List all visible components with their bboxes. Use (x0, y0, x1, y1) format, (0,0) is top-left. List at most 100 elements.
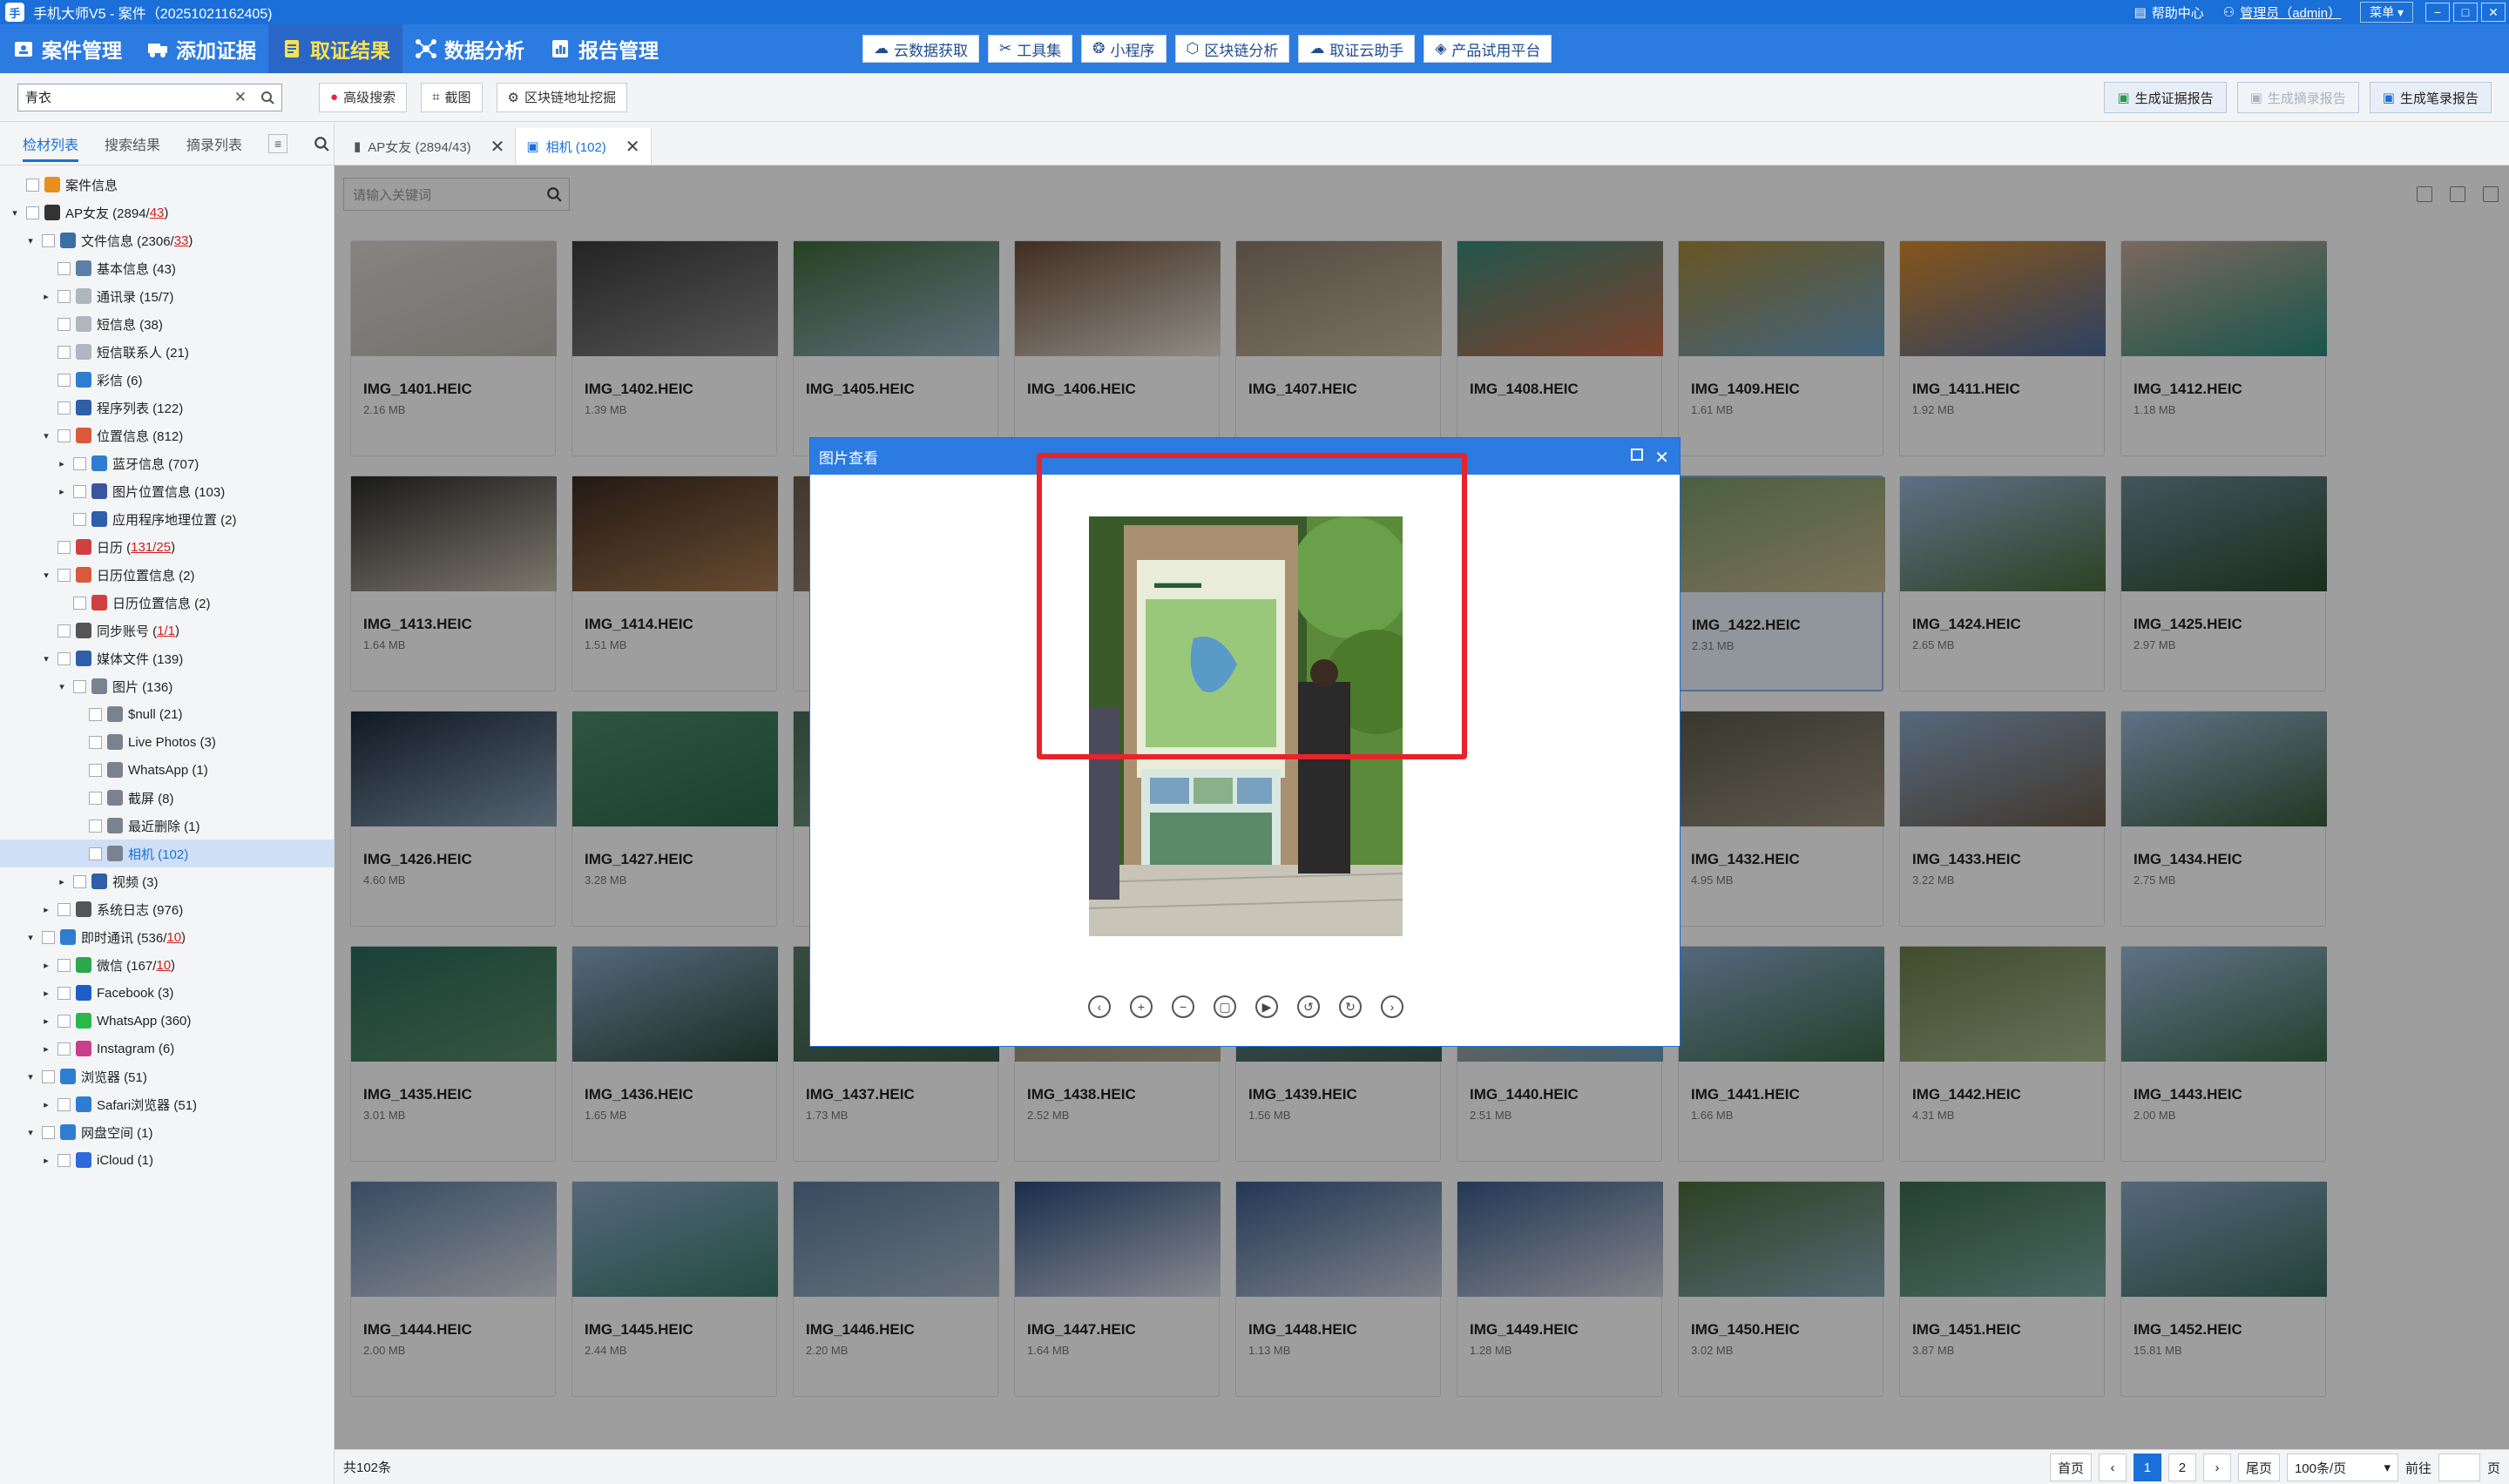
user-link[interactable]: ⚇ 管理员（admin） (2223, 3, 2341, 22)
minimize-button[interactable]: − (2425, 3, 2450, 22)
tool-cloud-data[interactable]: ☁ 云数据获取 (862, 35, 979, 63)
tree-checkbox[interactable] (73, 484, 86, 498)
tree-checkbox[interactable] (26, 178, 39, 192)
tree-node[interactable]: 短信息 (38) (0, 310, 334, 338)
tree-checkbox[interactable] (26, 206, 39, 219)
tree-node[interactable]: ▾ 文件信息 (2306/33) (0, 226, 334, 254)
prev-image-icon[interactable]: ‹ (1088, 995, 1111, 1018)
tree-node[interactable]: ▾ 网盘空间 (1) (0, 1118, 334, 1146)
tree-checkbox[interactable] (57, 345, 71, 359)
tool-cloud-assistant[interactable]: ☁ 取证云助手 (1298, 35, 1416, 63)
expand-toggle-icon[interactable]: ▸ (56, 458, 68, 469)
tree-checkbox[interactable] (57, 568, 71, 582)
menu-add-evidence[interactable]: 添加证据 (134, 24, 268, 73)
tree-checkbox[interactable] (42, 1069, 55, 1083)
close-window-button[interactable]: ✕ (2481, 3, 2506, 22)
tree-checkbox[interactable] (73, 596, 86, 610)
tree-node[interactable]: ▸ Facebook (3) (0, 979, 334, 1007)
expand-toggle-icon[interactable]: ▸ (40, 960, 52, 971)
tree-node[interactable]: 短信联系人 (21) (0, 338, 334, 366)
tree-checkbox[interactable] (89, 791, 102, 805)
generate-notes-report-button[interactable]: ▣ 生成笔录报告 (2369, 82, 2492, 113)
tree-node[interactable]: 基本信息 (43) (0, 254, 334, 282)
tree-checkbox[interactable] (57, 1097, 71, 1111)
tree-node[interactable]: ▸ iCloud (1) (0, 1146, 334, 1174)
tree-node[interactable]: ▾ 日历位置信息 (2) (0, 561, 334, 589)
tree-checkbox[interactable] (89, 707, 102, 721)
tree-node[interactable]: ▾ 浏览器 (51) (0, 1062, 334, 1090)
tree-node[interactable]: ▸ Instagram (6) (0, 1035, 334, 1062)
tree-node[interactable]: Live Photos (3) (0, 728, 334, 756)
tree-node[interactable]: 相机 (102) (0, 840, 334, 867)
main-menu-button[interactable]: 菜单 ▾ (2360, 2, 2413, 23)
rotate-left-icon[interactable]: ↺ (1297, 995, 1320, 1018)
tree-checkbox[interactable] (57, 540, 71, 554)
tree-checkbox[interactable] (57, 902, 71, 916)
tool-trial-platform[interactable]: ◈ 产品试用平台 (1424, 35, 1552, 63)
tree-node[interactable]: ▸ 视频 (3) (0, 867, 334, 895)
zoom-in-icon[interactable]: + (1130, 995, 1153, 1018)
advanced-search-button[interactable]: ● 高级搜索 (319, 82, 408, 112)
tree-checkbox[interactable] (57, 624, 71, 637)
expand-toggle-icon[interactable]: ▾ (40, 430, 52, 442)
close-tab-icon[interactable]: ✕ (626, 136, 640, 158)
tree-node[interactable]: ▾ 即时通讯 (536/10) (0, 923, 334, 951)
tab-search-results[interactable]: 搜索结果 (105, 133, 160, 154)
tree-node[interactable]: ▾ 媒体文件 (139) (0, 644, 334, 672)
tree-node[interactable]: 案件信息 (0, 171, 334, 199)
expand-toggle-icon[interactable]: ▾ (9, 207, 21, 219)
goto-page-input[interactable] (2438, 1454, 2480, 1481)
generate-evidence-report-button[interactable]: ▣ 生成证据报告 (2104, 82, 2227, 113)
tree-checkbox[interactable] (57, 261, 71, 275)
menu-case-management[interactable]: 案件管理 (0, 24, 134, 73)
expand-toggle-icon[interactable]: ▸ (40, 1015, 52, 1027)
tree-checkbox[interactable] (57, 401, 71, 415)
expand-toggle-icon[interactable]: ▸ (56, 486, 68, 497)
tree-node[interactable]: ▸ 通讯录 (15/7) (0, 282, 334, 310)
tree-checkbox[interactable] (42, 930, 55, 944)
expand-toggle-icon[interactable]: ▾ (40, 570, 52, 581)
maximize-icon[interactable] (1631, 449, 1643, 461)
play-icon[interactable]: ▶ (1255, 995, 1278, 1018)
tree-checkbox[interactable] (57, 958, 71, 972)
prev-page-button[interactable]: ‹ (2098, 1454, 2127, 1481)
tab-camera[interactable]: ▣ 相机 (102) ✕ (516, 128, 652, 165)
expand-toggle-icon[interactable]: ▸ (40, 291, 52, 302)
tree-node[interactable]: ▾ 位置信息 (812) (0, 422, 334, 449)
tab-excerpt-list[interactable]: 摘录列表 (186, 133, 242, 154)
tree-checkbox[interactable] (73, 512, 86, 526)
tool-blockchain[interactable]: ⬡ 区块链分析 (1174, 35, 1290, 63)
rotate-right-icon[interactable]: ↻ (1339, 995, 1362, 1018)
tree-checkbox[interactable] (57, 1042, 71, 1056)
first-page-button[interactable]: 首页 (2049, 1454, 2092, 1481)
tree-checkbox[interactable] (73, 874, 86, 888)
expand-toggle-icon[interactable]: ▸ (40, 988, 52, 999)
screenshot-button[interactable]: ⌗ 截图 (421, 82, 483, 112)
tree-checkbox[interactable] (57, 651, 71, 665)
next-image-icon[interactable]: › (1381, 995, 1403, 1018)
search-icon[interactable] (260, 91, 274, 105)
last-page-button[interactable]: 尾页 (2237, 1454, 2280, 1481)
tree-node[interactable]: 日历 (131/25) (0, 533, 334, 561)
tree-node[interactable]: $null (21) (0, 700, 334, 728)
tree-node[interactable]: 最近删除 (1) (0, 812, 334, 840)
tree-node[interactable]: WhatsApp (1) (0, 756, 334, 784)
tree-node[interactable]: ▾ 图片 (136) (0, 672, 334, 700)
help-center-link[interactable]: ▤ 帮助中心 (2134, 3, 2204, 22)
tree-checkbox[interactable] (42, 1125, 55, 1139)
tree-checkbox[interactable] (57, 317, 71, 331)
expand-toggle-icon[interactable]: ▾ (24, 1071, 37, 1083)
tree-checkbox[interactable] (57, 289, 71, 303)
tab-evidence-list[interactable]: 检材列表 (23, 133, 79, 162)
expand-toggle-icon[interactable]: ▾ (24, 1127, 37, 1138)
tree-checkbox[interactable] (73, 679, 86, 693)
zoom-out-icon[interactable]: − (1172, 995, 1194, 1018)
tool-mini-program[interactable]: ❂ 小程序 (1081, 35, 1167, 63)
expand-toggle-icon[interactable]: ▸ (40, 904, 52, 915)
tree-node[interactable]: 应用程序地理位置 (2) (0, 505, 334, 533)
expand-toggle-icon[interactable]: ▾ (24, 235, 37, 246)
tree-node[interactable]: 程序列表 (122) (0, 394, 334, 422)
expand-toggle-icon[interactable]: ▸ (56, 876, 68, 887)
tree-checkbox[interactable] (57, 373, 71, 387)
tree-checkbox[interactable] (57, 428, 71, 442)
